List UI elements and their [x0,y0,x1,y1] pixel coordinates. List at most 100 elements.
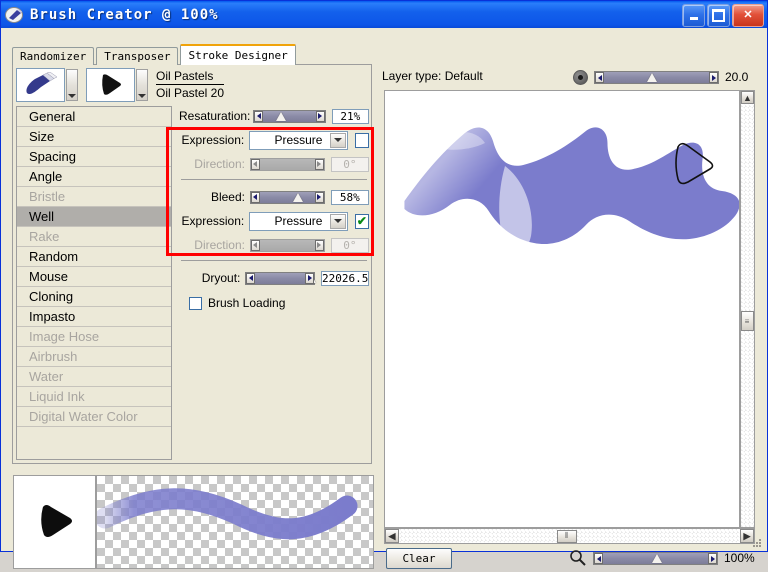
category-item-spacing[interactable]: Spacing [17,147,171,167]
slider-left-arrow-icon[interactable] [594,553,603,564]
slider-thumb[interactable] [652,554,662,563]
bleed-row: Bleed: 58% [179,187,369,207]
oil-pastel-brush-icon [25,72,57,95]
brush-dab-preview [13,475,96,569]
resaturation-expression-select[interactable]: Pressure [249,130,348,150]
chevron-down-icon[interactable] [329,132,346,148]
bleed-expression-select[interactable]: Pressure [249,211,348,231]
resaturation-direction-row: Direction: 0° [179,154,369,174]
resaturation-value[interactable]: 21% [331,108,369,124]
category-item-liquid-ink: Liquid Ink [17,387,171,407]
tab-stroke-designer[interactable]: Stroke Designer [180,44,296,65]
category-item-cloning[interactable]: Cloning [17,287,171,307]
record-dot-icon[interactable] [573,70,588,85]
bleed-invert-checkbox[interactable]: ✔ [354,213,369,229]
category-item-digital-water-color: Digital Water Color [17,407,171,427]
slider-right-arrow-icon[interactable] [305,272,314,284]
canvas-horizontal-scrollbar[interactable]: ◀ ⦀ ▶ [384,528,755,544]
slider-right-arrow-icon[interactable] [314,191,324,203]
slider-right-arrow-icon [314,239,324,251]
tab-bar: Randomizer Transposer Stroke Designer [12,44,298,65]
category-item-mouse[interactable]: Mouse [17,267,171,287]
slider-left-arrow-icon[interactable] [254,110,263,122]
slider-left-arrow-icon[interactable] [250,191,260,203]
close-button[interactable]: ✕ [732,4,764,27]
dryout-row: Dryout: 22026.5 [179,268,369,288]
category-item-impasto[interactable]: Impasto [17,307,171,327]
bleed-expression-label: Expression: [181,214,245,228]
scroll-up-arrow-icon[interactable]: ▲ [741,91,754,104]
maximize-button[interactable] [707,4,730,27]
brush-variant-name: Oil Pastel 20 [156,86,225,100]
slider-thumb[interactable] [276,111,286,121]
category-item-well[interactable]: Well [17,207,171,227]
brush-names: Oil Pastels Oil Pastel 20 [156,69,225,101]
window-client-area: Randomizer Transposer Stroke Designer Oi… [1,28,767,569]
brush-loading-row[interactable]: Brush Loading [189,296,369,310]
category-item-image-hose: Image Hose [17,327,171,347]
slider-thumb[interactable] [647,73,657,82]
brush-variant-preview[interactable] [86,68,135,102]
slider-right-arrow-icon[interactable] [709,72,718,83]
category-item-random[interactable]: Random [17,247,171,267]
brush-category-dropdown-button[interactable] [66,69,78,101]
resaturation-invert-checkbox[interactable] [354,132,369,148]
dryout-slider[interactable] [245,271,317,285]
resaturation-row: Resaturation: 21% [179,106,369,126]
zoom-value: 100% [724,551,755,565]
slider-left-arrow-icon[interactable] [246,272,256,284]
bleed-value[interactable]: 58% [330,189,369,205]
resaturation-direction-value: 0° [330,156,369,172]
bleed-label: Bleed: [210,190,245,204]
canvas-vertical-scrollbar[interactable]: ▲ ≡ [740,90,755,528]
bleed-direction-value: 0° [330,237,369,253]
brush-stroke-preview [96,475,374,569]
minimize-button[interactable] [682,4,705,27]
triangle-dab-icon [101,74,121,95]
opacity-slider[interactable] [594,71,719,84]
category-item-angle[interactable]: Angle [17,167,171,187]
resaturation-direction-slider [249,157,325,171]
category-item-general[interactable]: General [17,107,171,127]
resaturation-expression-row: Expression: Pressure [179,130,369,150]
resaturation-expression-label: Expression: [181,133,245,147]
bleed-direction-label: Direction: [194,238,245,252]
slider-right-arrow-icon[interactable] [708,553,717,564]
category-item-airbrush: Airbrush [17,347,171,367]
bleed-direction-row: Direction: 0° [179,235,369,255]
settings-divider [181,179,367,180]
vertical-scroll-thumb[interactable]: ≡ [741,311,754,331]
bleed-slider[interactable] [249,190,325,204]
slider-left-arrow-icon [250,239,260,251]
stroke-designer-panel: Oil Pastels Oil Pastel 20 General Size S… [12,64,372,464]
stroke-canvas[interactable] [384,90,740,528]
chevron-down-icon[interactable] [329,213,346,229]
bleed-direction-slider [249,238,325,252]
brush-category-preview[interactable] [16,68,65,102]
horizontal-scroll-thumb[interactable]: ⦀ [557,529,577,543]
scroll-left-arrow-icon[interactable]: ◀ [385,529,399,543]
clear-button[interactable]: Clear [386,548,452,569]
zoom-slider[interactable] [593,552,718,565]
slider-left-arrow-icon[interactable] [595,72,604,83]
slider-right-arrow-icon[interactable] [315,110,325,122]
brush-app-icon [5,6,25,24]
category-item-rake: Rake [17,227,171,247]
slider-thumb[interactable] [292,192,303,202]
settings-divider-2 [181,260,367,261]
brush-loading-checkbox[interactable] [189,296,202,310]
resize-grip-icon[interactable] [751,536,763,548]
bleed-expression-row: Expression: Pressure ✔ [179,211,369,231]
brush-variant-dropdown-button[interactable] [136,69,148,101]
tab-transposer[interactable]: Transposer [96,47,179,65]
dryout-value[interactable]: 22026.5 [321,270,369,286]
slider-right-arrow-icon [314,158,324,170]
chevron-down-icon [68,94,76,98]
resaturation-expression-value: Pressure [274,133,323,147]
settings-category-list[interactable]: General Size Spacing Angle Bristle Well … [16,106,172,460]
brush-creator-window: Brush Creator @ 100% ✕ Randomizer Transp… [0,0,768,569]
resaturation-slider[interactable] [253,109,326,123]
category-item-size[interactable]: Size [17,127,171,147]
tab-randomizer[interactable]: Randomizer [12,47,95,65]
opacity-value: 20.0 [725,70,749,84]
